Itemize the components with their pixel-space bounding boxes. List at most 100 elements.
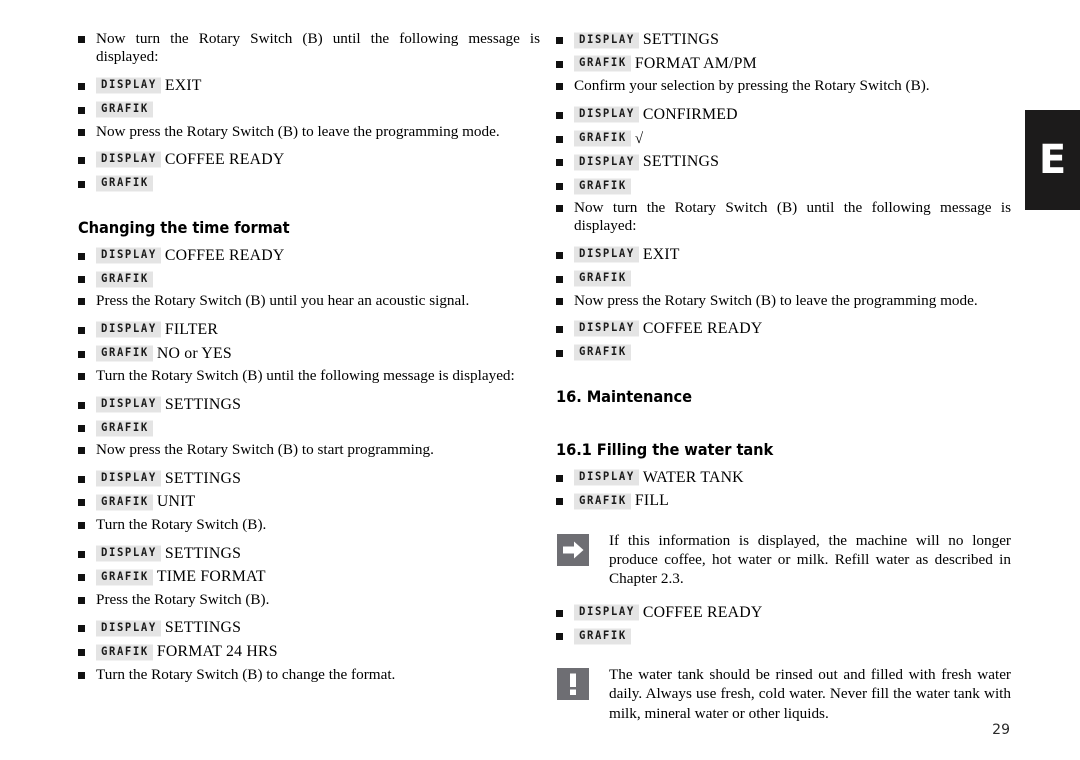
display-message-value: COFFEE READY [164,246,285,264]
bullet-square-icon [556,297,563,305]
section-heading: 16. Maintenance [556,387,692,406]
display-message-line: DISPLAY COFFEE READY [556,603,1011,623]
display-tag: DISPLAY [96,396,161,413]
display-message-line: DISPLAY CONFIRMED [556,105,1011,125]
display-message-line: GRAFIK [556,626,1011,645]
display-message-value: SETTINGS [164,544,242,562]
display-tag: DISPLAY [96,470,161,487]
display-message-line: DISPLAY COFFEE READY [556,319,1011,339]
grafik-tag: GRAFIK [96,420,153,437]
grafik-tag: GRAFIK [574,628,631,645]
instruction-step-text: Turn the Rotary Switch (B) to change the… [96,665,396,683]
instruction-step: Now turn the Rotary Switch (B) until the… [78,30,540,67]
display-message-value: SETTINGS [164,619,242,637]
instruction-step: Turn the Rotary Switch (B) until the fol… [78,367,540,385]
bullet-square-icon [556,205,563,213]
display-message-line: DISPLAY FILTER [78,320,540,340]
display-message-value: COFFEE READY [164,150,285,168]
display-message-line: DISPLAY SETTINGS [556,152,1011,172]
manual-page: Now turn the Rotary Switch (B) until the… [0,0,1080,760]
bullet-square-icon [556,325,563,333]
display-message-line: GRAFIK FORMAT AM/PM [556,54,1011,74]
bullet-square-icon [556,349,563,357]
bullet-square-icon [78,499,85,507]
bullet-square-icon [78,180,85,188]
bullet-square-icon [556,37,563,44]
display-tag: DISPLAY [96,620,161,637]
bullet-square-icon [556,251,563,259]
grafik-tag: GRAFIK [96,569,153,586]
bullet-square-icon [78,447,85,455]
display-message-line: DISPLAY SETTINGS [78,469,540,489]
bullet-square-icon [78,522,85,530]
display-message-line: GRAFIK [556,343,1011,362]
display-message-line: GRAFIK FORMAT 24 HRS [78,642,540,662]
instruction-step-text: Confirm your selection by pressing the R… [574,77,930,95]
bullet-square-icon [556,135,563,143]
display-message-line: GRAFIK [78,174,540,193]
display-message-value: SETTINGS [164,469,242,487]
display-message-value: EXIT [164,76,202,94]
instruction-step-text: Press the Rotary Switch (B). [96,591,270,609]
display-tag: DISPLAY [96,247,161,264]
bullet-square-icon [556,111,563,119]
bullet-square-icon [556,609,563,617]
display-message-value: √ [634,130,644,147]
right-column: DISPLAY SETTINGS GRAFIK FORMAT AM/PM Confirm… [556,30,1011,737]
display-message-line: DISPLAY COFFEE READY [78,150,540,170]
bullet-square-icon [78,82,85,90]
instruction-step-text: Now press the Rotary Switch (B) to leave… [96,122,500,140]
instruction-step: Turn the Rotary Switch (B). [78,516,540,534]
display-message-line: GRAFIK UNIT [78,492,540,512]
subsection-heading: 16.1 Filling the water tank [556,440,774,459]
display-tag: DISPLAY [574,106,639,123]
exclamation-icon [557,668,589,701]
display-tag: DISPLAY [574,469,639,486]
bullet-square-icon [556,183,563,191]
bullet-square-icon [78,350,85,358]
instruction-step: Now turn the Rotary Switch (B) until the… [556,199,1011,236]
display-message-value: COFFEE READY [642,319,763,337]
instruction-step-text: Turn the Rotary Switch (B) until the fol… [96,367,515,385]
display-tag: DISPLAY [96,321,161,338]
bullet-square-icon [78,128,85,136]
bullet-square-icon [78,156,85,164]
grafik-tag: GRAFIK [574,130,631,147]
display-message-line: DISPLAY SETTINGS [556,30,1011,50]
display-message-line: GRAFIK TIME FORMAT [78,567,540,587]
grafik-tag: GRAFIK [574,493,631,510]
edge-tab-letter: E [1038,137,1067,183]
bullet-square-icon [556,83,563,91]
display-message-value: FORMAT AM/PM [634,54,757,72]
bullet-square-icon [78,625,85,633]
display-tag: DISPLAY [574,321,639,337]
instruction-step: Press the Rotary Switch (B) until you he… [78,292,540,310]
display-message-line: DISPLAY SETTINGS [78,544,540,564]
display-message-value: SETTINGS [164,395,242,413]
grafik-tag: GRAFIK [574,270,631,287]
instruction-step-text: Press the Rotary Switch (B) until you he… [96,292,470,310]
display-message-value: WATER TANK [642,468,744,486]
bullet-square-icon [78,298,85,306]
display-message-line: GRAFIK [78,269,540,288]
display-message-line: GRAFIK [556,269,1011,288]
grafik-tag: GRAFIK [574,55,631,72]
grafik-tag: GRAFIK [96,345,153,362]
grafik-tag: GRAFIK [96,644,153,661]
bullet-square-icon [78,106,85,114]
bullet-square-icon [556,474,563,482]
instruction-step: Now press the Rotary Switch (B) to leave… [556,292,1011,310]
grafik-tag: GRAFIK [96,175,153,192]
grafik-tag: GRAFIK [96,494,153,511]
display-tag: DISPLAY [96,151,161,168]
bullet-square-icon [78,550,85,558]
arrow-right-icon [557,534,589,567]
instruction-step: Confirm your selection by pressing the R… [556,77,1011,95]
display-tag: DISPLAY [96,545,161,562]
bullet-square-icon [78,401,85,409]
